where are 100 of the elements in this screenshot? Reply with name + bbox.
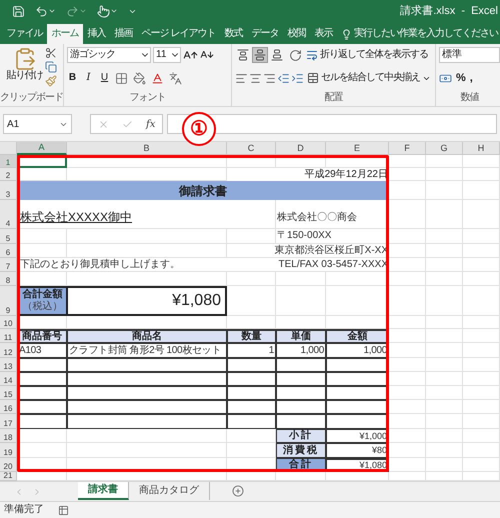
hand-pointer-icon[interactable] [97,4,110,18]
sheet-cell[interactable] [389,329,426,343]
sheet-cell[interactable] [426,272,463,286]
sheet-cell[interactable] [389,358,426,372]
sheet-cell[interactable] [389,472,426,481]
row-header[interactable]: 8 [0,272,17,286]
sheet-cell[interactable] [227,272,276,286]
row-header[interactable]: 12 [0,343,17,358]
sheet-cell[interactable] [227,200,276,229]
caret-icon[interactable] [48,7,56,15]
align-right-icon[interactable] [263,72,276,84]
column-header[interactable]: F [389,142,426,155]
sheet-cell[interactable] [463,443,500,458]
sheet-cell[interactable] [463,414,500,429]
caret-icon[interactable] [79,7,87,15]
sheet-cell[interactable] [426,372,463,386]
sheet-cell[interactable] [227,443,276,458]
row-header[interactable]: 20 [0,458,17,472]
row-header[interactable]: 10 [0,316,17,329]
sheet-cell[interactable] [227,316,276,329]
column-header[interactable]: B [67,142,227,155]
sheet-cell[interactable] [67,429,227,443]
sheet-cell[interactable] [389,429,426,443]
cut-icon[interactable] [44,47,56,59]
ribbon-tab[interactable]: 描画 [110,24,137,44]
row-header[interactable]: 11 [0,329,17,343]
ribbon-tab[interactable]: ファイル [2,24,47,44]
sheet-cell[interactable] [389,168,426,181]
sheet-cell[interactable] [17,244,67,258]
sheet-cell[interactable] [463,181,500,200]
sheet-cell[interactable] [426,386,463,400]
sheet-cell[interactable] [426,358,463,372]
sheet-cell[interactable] [389,316,426,329]
sheet-cell[interactable] [426,168,463,181]
ribbon-tab[interactable]: 挿入 [83,24,110,44]
sheet-cell[interactable] [17,272,67,286]
sheet-cell[interactable] [389,286,426,316]
sheet-cell[interactable] [426,286,463,316]
row-header[interactable]: 13 [0,358,17,372]
format-button[interactable]: I [83,73,94,83]
sheet-cell[interactable] [67,443,227,458]
row-header[interactable]: 9 [0,286,17,316]
row-header[interactable]: 2 [0,168,17,181]
name-box[interactable]: A1 [3,114,72,134]
orientation-icon[interactable] [289,48,302,62]
column-header[interactable]: A [17,142,67,155]
sheet-cell[interactable] [426,200,463,229]
sheet-cell[interactable] [426,429,463,443]
row-header[interactable]: 18 [0,429,17,443]
sheet-cell[interactable] [17,443,67,458]
sheet-cell[interactable] [389,229,426,244]
sheet-cell[interactable] [463,258,500,272]
indent-increase-icon[interactable] [291,72,304,84]
row-header[interactable]: 19 [0,443,17,458]
sheet-cell[interactable] [463,229,500,244]
sheet-cell[interactable] [426,316,463,329]
sheet-cell[interactable] [389,272,426,286]
sheet-cell[interactable] [426,343,463,358]
ribbon-tab[interactable]: 表示 [310,24,337,44]
format-button[interactable]: U [99,73,110,83]
sheet-cell[interactable] [463,286,500,316]
row-header[interactable]: 4 [0,200,17,229]
sheet-cell[interactable] [463,200,500,229]
row-header[interactable]: 21 [0,472,17,481]
sheet-cell[interactable] [463,400,500,414]
sheet-cell[interactable] [227,429,276,443]
font-color-icon[interactable] [151,72,164,84]
undo-icon[interactable] [35,4,48,18]
row-header[interactable]: 15 [0,386,17,400]
merge-center-button[interactable]: セルを結合して中央揃え [307,72,431,84]
align-left-icon[interactable] [235,72,248,84]
sheet-cell[interactable] [463,358,500,372]
ribbon-tab[interactable]: ホーム [47,24,83,44]
row-header[interactable]: 1 [0,155,17,168]
cancel-icon[interactable] [98,118,109,130]
sheet-cell[interactable] [67,168,227,181]
ribbon-tab[interactable]: 数式 [220,24,247,44]
number-style-button[interactable]: % [456,72,466,84]
vertical-align-button[interactable] [269,47,285,63]
sheet-cell[interactable] [463,244,500,258]
sheet-cell[interactable] [326,472,389,481]
row-header[interactable]: 7 [0,258,17,272]
sheet-cell[interactable] [389,414,426,429]
row-header[interactable]: 17 [0,414,17,429]
sheet-cell[interactable] [463,458,500,472]
column-header[interactable]: G [426,142,463,155]
sheet-cell[interactable] [426,472,463,481]
vertical-align-button[interactable] [252,47,268,63]
column-header[interactable]: D [276,142,326,155]
sheet-cell[interactable] [426,329,463,343]
sheet-cell[interactable] [426,244,463,258]
sheet-cell[interactable] [463,272,500,286]
sheet-cell[interactable] [463,429,500,443]
sheet-cell[interactable] [463,155,500,168]
row-header[interactable]: 16 [0,400,17,414]
sheet-cell[interactable] [426,458,463,472]
sheet-cell[interactable] [67,272,227,286]
sheet-cell[interactable] [67,472,227,481]
sheet-cell[interactable] [389,386,426,400]
sheet-cell[interactable] [227,229,276,244]
